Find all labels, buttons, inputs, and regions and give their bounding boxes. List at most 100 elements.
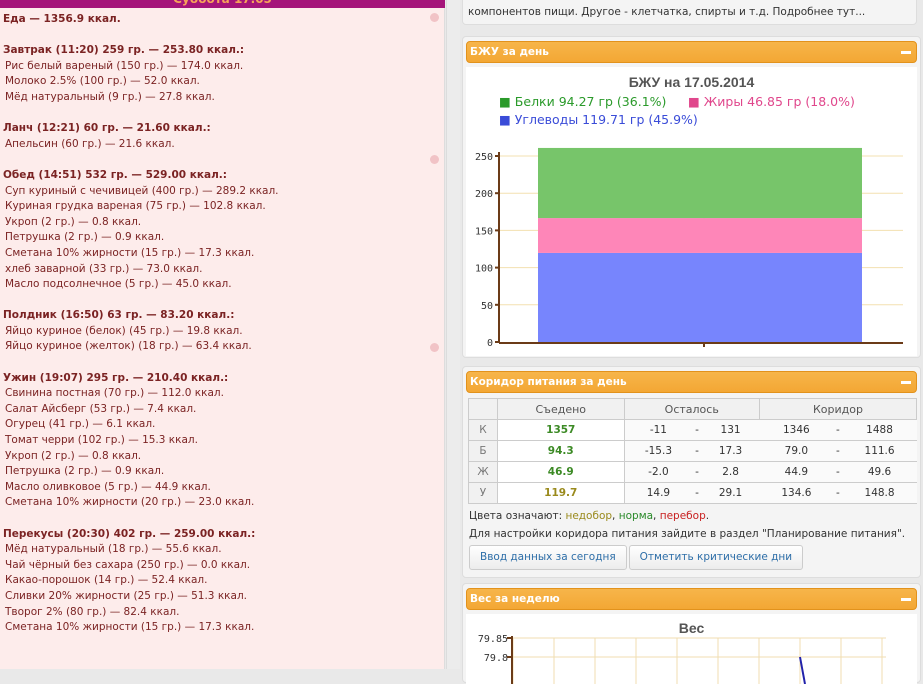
y-tick-label: 250 [475, 152, 493, 163]
collapse-icon[interactable] [901, 598, 911, 601]
food-item: Салат Айсберг (53 гр.) — 7.4 ккал. [5, 402, 197, 415]
eaten-value: 94.3 [497, 440, 625, 462]
corridor-min: 134.6 [759, 482, 834, 504]
corridor-row: К 1357 -11-131 1346-1488 [468, 419, 917, 441]
corridor-panel-title: Коридор питания за день [470, 376, 627, 388]
bar-segment-Жиры [538, 218, 862, 253]
eaten-value: 1357 [497, 419, 625, 441]
decor-icon [430, 13, 439, 22]
food-item: Молоко 2.5% (100 гр.) — 52.0 ккал. [5, 75, 200, 88]
bju-note: компонентов пищи. Другое - клетчатка, сп… [462, 0, 917, 25]
color-legend: Цвета означают: недобор, норма, перебор. [469, 510, 710, 522]
food-item: Творог 2% (80 гр.) — 82.4 ккал. [5, 605, 180, 618]
food-item: Петрушка (2 гр.) — 0.9 ккал. [5, 465, 165, 478]
corridor-table: Съедено Осталось Коридор К 1357 -11-131 134… [468, 398, 918, 504]
bju-chart: БЖУ на 17.05.2014 ■ Белки 94.27 гр (36.1… [466, 67, 917, 356]
bju-plot: 0 50 100 150 200 250 [475, 147, 903, 349]
food-item: хлеб заварной (33 гр.) — 73.0 ккал. [5, 262, 203, 275]
food-item: Укроп (2 гр.) — 0.8 ккал. [5, 215, 142, 228]
food-item: Томат черри (102 гр.) — 15.3 ккал. [5, 434, 198, 447]
meal-title: Перекусы (20:30) 402 гр. — 259.00 ккал.: [3, 527, 256, 540]
corridor-max: 148.8 [842, 482, 917, 504]
row-label: У [468, 482, 498, 504]
weight-line [799, 656, 806, 684]
dash: - [833, 482, 843, 504]
food-item: Яйцо куриное (белок) (45 гр.) — 19.8 кка… [5, 324, 243, 337]
settings-hint: Для настройки коридора питания зайдите в… [469, 528, 906, 540]
food-total: Еда — 1356.9 ккал. [3, 13, 121, 25]
bju-panel-header[interactable]: БЖУ за день [466, 41, 917, 63]
food-diary-list: Еда — 1356.9 ккал. Завтрак (11:20) 259 г… [3, 12, 279, 636]
header-remaining: Осталось [623, 398, 760, 420]
decor-icon [430, 343, 439, 352]
corridor-max: 49.6 [842, 461, 917, 483]
remaining-max: 29.1 [701, 482, 760, 504]
food-item: Масло подсолнечное (5 гр.) — 45.0 ккал. [5, 278, 232, 291]
bar-segment-Белки [538, 147, 862, 219]
food-item: Яйцо куриное (желток) (18 гр.) — 63.4 кк… [5, 340, 252, 353]
mark-critical-days-button[interactable]: Отметить критические дни [628, 545, 804, 570]
dash: - [692, 440, 702, 462]
decor-icon [430, 155, 439, 164]
input-today-button[interactable]: Ввод данных за сегодня [469, 545, 627, 570]
corner-cell [468, 398, 498, 420]
dash: - [833, 419, 843, 441]
remaining-max: 131 [701, 419, 760, 441]
food-diary-panel: Суббота 17.05 Еда — 1356.9 ккал. Завтрак… [0, 0, 445, 669]
row-label: К [468, 419, 498, 441]
dash: - [692, 461, 702, 483]
food-item: Чай чёрный без сахара (250 гр.) — 0.0 кк… [5, 558, 251, 571]
corridor-row: У 119.7 14.9-29.1 134.6-148.8 [468, 482, 917, 504]
food-item: Рис белый вареный (150 гр.) — 174.0 ккал… [5, 59, 244, 72]
legend-under: недобор [565, 510, 613, 522]
collapse-icon[interactable] [901, 381, 911, 384]
weight-panel: Вес за неделю Вес 79.85 79.8 [462, 583, 921, 684]
y-tick-label: 79.85 [478, 634, 508, 645]
corridor-min: 44.9 [759, 461, 834, 483]
remaining-min: 14.9 [624, 482, 693, 504]
corridor-max: 111.6 [842, 440, 917, 462]
corridor-max: 1488 [842, 419, 917, 441]
y-tick-label: 0 [487, 338, 493, 349]
dash: - [833, 461, 843, 483]
food-item: Суп куриный с чечивицей (400 гр.) — 289.… [5, 184, 279, 197]
y-tick-label: 150 [475, 226, 493, 237]
weight-panel-title: Вес за неделю [470, 593, 560, 605]
weight-panel-header[interactable]: Вес за неделю [466, 588, 917, 610]
food-item: Укроп (2 гр.) — 0.8 ккал. [5, 449, 142, 462]
bju-panel-title: БЖУ за день [470, 46, 549, 58]
eaten-value: 119.7 [497, 482, 625, 504]
food-item: Мёд натуральный (9 гр.) — 27.8 ккал. [5, 90, 215, 103]
collapse-icon[interactable] [901, 51, 911, 54]
header-corridor: Коридор [758, 398, 918, 420]
meal-title: Полдник (16:50) 63 гр. — 83.20 ккал.: [3, 309, 235, 322]
corridor-row: Б 94.3 -15.3-17.3 79.0-111.6 [468, 440, 917, 462]
meal-title: Ланч (12:21) 60 гр. — 21.60 ккал.: [3, 122, 211, 135]
weight-plot: 79.85 79.8 [478, 634, 886, 684]
y-tick-label: 79.8 [484, 653, 508, 664]
food-item: Сметана 10% жирности (15 гр.) — 17.3 кка… [5, 246, 255, 259]
food-item: Мёд натуральный (18 гр.) — 55.6 ккал. [5, 543, 222, 556]
scrollbar[interactable] [446, 0, 460, 669]
dash: - [692, 482, 702, 504]
food-item: Сметана 10% жирности (20 гр.) — 23.0 кка… [5, 496, 255, 509]
remaining-min: -15.3 [624, 440, 693, 462]
weight-chart: Вес 79.85 79.8 [466, 614, 917, 684]
food-item: Масло оливковое (5 гр.) — 44.9 ккал. [5, 480, 211, 493]
row-label: Б [468, 440, 498, 462]
bju-panel: БЖУ за день БЖУ на 17.05.2014 ■ Белки 94… [462, 36, 921, 358]
corridor-min: 79.0 [759, 440, 834, 462]
corridor-panel-header[interactable]: Коридор питания за день [466, 371, 917, 393]
day-header: Суббота 17.05 [0, 0, 445, 8]
dash: - [692, 419, 702, 441]
corridor-panel: Коридор питания за день Съедено Осталось… [462, 366, 921, 578]
dash: - [833, 440, 843, 462]
food-item: Куриная грудка вареная (75 гр.) — 102.8 … [5, 200, 266, 213]
remaining-max: 17.3 [701, 440, 760, 462]
